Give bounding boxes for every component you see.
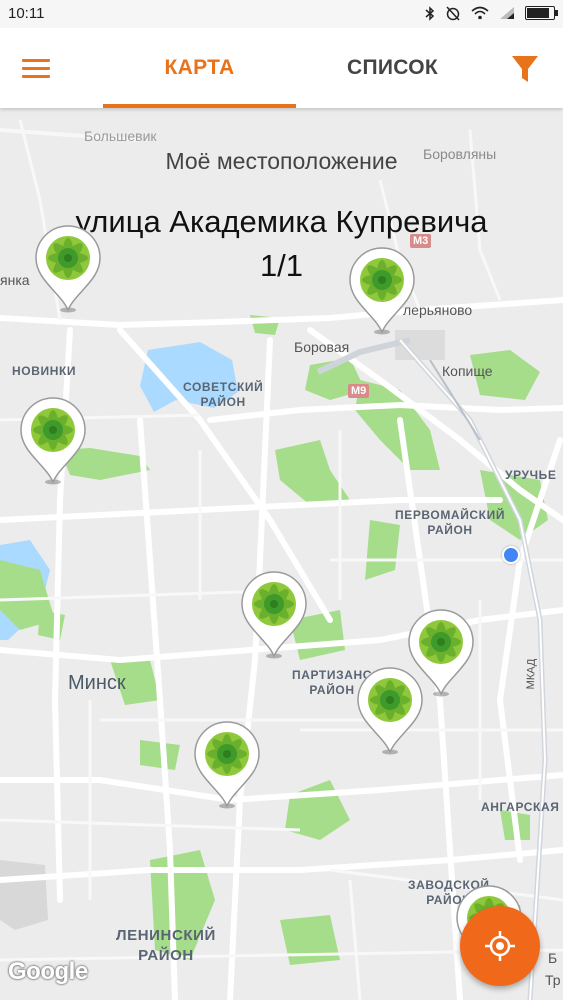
green-flower-pin-icon <box>349 247 415 335</box>
green-flower-pin-icon <box>357 667 423 755</box>
status-icons <box>425 5 558 21</box>
hamburger-menu-icon[interactable] <box>22 56 56 82</box>
map-pin-marker[interactable] <box>346 244 418 336</box>
battery-icon <box>525 6 558 20</box>
map-label-kopishche: Копище <box>442 363 493 379</box>
green-flower-pin-icon <box>241 571 307 659</box>
crosshair-locate-icon <box>485 931 515 961</box>
locate-me-button[interactable] <box>460 906 540 986</box>
map-label-sovetsky: СОВЕТСКИЙ РАЙОН <box>183 380 264 409</box>
map-label-pervomaisky: ПЕРВОМАЙСКИЙ РАЙОН <box>395 508 506 537</box>
map-label-borovaya: Боровая <box>294 339 350 355</box>
green-flower-pin-icon <box>194 721 260 809</box>
active-tab-indicator <box>103 104 296 108</box>
map-pin-marker[interactable] <box>354 664 426 756</box>
map-label-leninsky: ЛЕНИНСКИЙ РАЙОН <box>116 927 216 964</box>
highway-shield-m9: M9 <box>348 384 370 398</box>
green-flower-pin-icon <box>35 225 101 313</box>
wifi-icon <box>471 6 489 20</box>
green-flower-pin-icon <box>20 397 86 485</box>
google-attribution: Google <box>8 958 88 985</box>
map-label-edge-b: Б <box>548 950 558 966</box>
map-pin-marker[interactable] <box>17 394 89 486</box>
map-pin-marker[interactable] <box>32 222 104 314</box>
tab-list-label: СПИСОК <box>347 56 438 79</box>
my-location-dot <box>502 546 520 564</box>
alarm-off-icon <box>446 6 460 21</box>
map-label-mkad: МКАД <box>524 658 538 690</box>
tab-map[interactable]: КАРТА <box>103 28 296 108</box>
tab-map-label: КАРТА <box>164 56 235 79</box>
my-location-label: Моё местоположение <box>165 148 398 174</box>
map-label-bolshevik: Большевик <box>84 128 157 144</box>
filter-funnel-icon[interactable] <box>510 53 540 85</box>
map-label-uruchye: УРУЧЬЕ <box>505 468 557 482</box>
status-time: 10:11 <box>8 5 45 22</box>
signal-icon <box>500 7 514 19</box>
status-bar: 10:11 <box>0 0 563 28</box>
map-pin-marker[interactable] <box>191 718 263 810</box>
map-label-edge-tr: Тр <box>545 972 561 988</box>
map-label-minsk: Минск <box>68 672 126 694</box>
map-pin-marker[interactable] <box>238 568 310 660</box>
bluetooth-icon <box>425 5 435 21</box>
app-bar: КАРТА СПИСОК <box>0 28 563 108</box>
tab-list[interactable]: СПИСОК <box>296 28 489 108</box>
map-label-novinki: НОВИНКИ <box>12 364 77 378</box>
map-label-angarskaya: АНГАРСКАЯ <box>481 800 560 814</box>
